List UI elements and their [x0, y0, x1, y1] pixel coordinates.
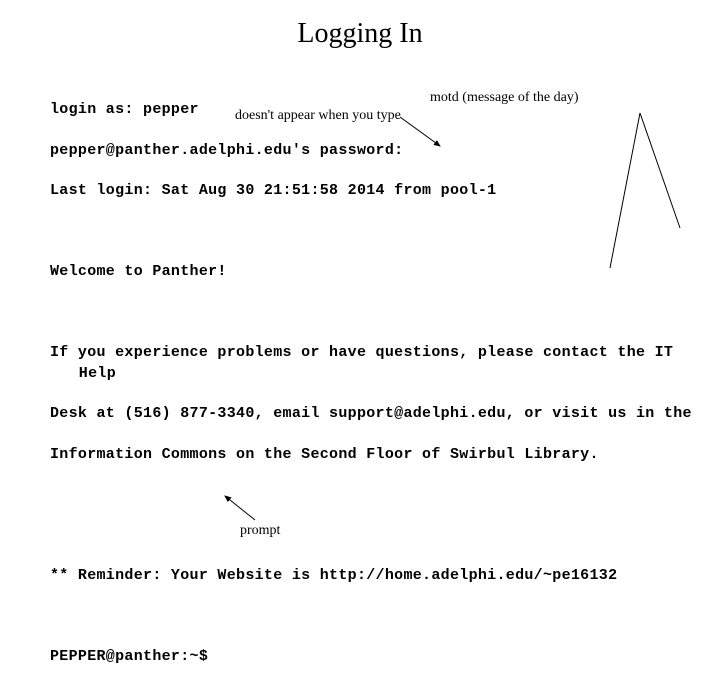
- terminal-output: login as: pepper pepper@panther.adelphi.…: [50, 80, 700, 688]
- page-title: Logging In: [0, 18, 720, 50]
- line-last-login: Last login: Sat Aug 30 21:51:58 2014 fro…: [50, 181, 700, 201]
- line-help-2: Desk at (516) 877-3340, email support@ad…: [50, 404, 700, 424]
- annotation-motd: motd (message of the day): [430, 90, 579, 106]
- line-reminder: ** Reminder: Your Website is http://home…: [50, 566, 700, 586]
- line-prompt: PEPPER@panther:~$: [50, 647, 700, 667]
- annotation-password-note: doesn't appear when you type: [235, 108, 401, 124]
- line-welcome: Welcome to Panther!: [50, 262, 700, 282]
- line-password-prompt: pepper@panther.adelphi.edu's password:: [50, 141, 700, 161]
- line-help-1: If you experience problems or have quest…: [50, 343, 700, 384]
- line-help-3: Information Commons on the Second Floor …: [50, 445, 700, 465]
- annotation-prompt-note: prompt: [240, 523, 280, 539]
